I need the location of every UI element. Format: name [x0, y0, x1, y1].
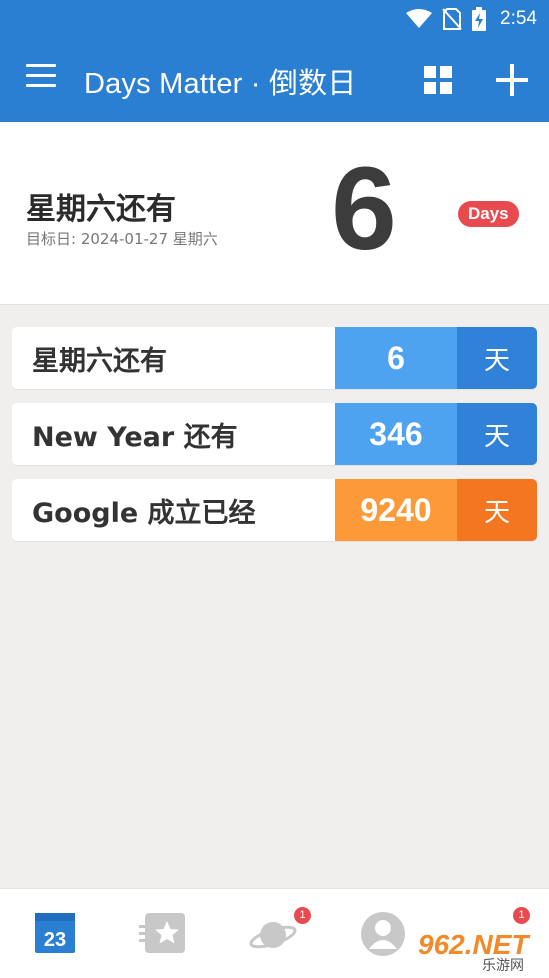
- event-name: New Year 还有: [12, 403, 335, 465]
- event-list: 星期六还有 6 天 New Year 还有 346 天 Google 成立已经 …: [12, 327, 537, 555]
- status-bar: 2:54: [0, 0, 549, 38]
- event-unit: 天: [457, 479, 537, 541]
- event-name: Google 成立已经: [12, 479, 335, 541]
- status-time: 2:54: [500, 8, 537, 29]
- avatar-icon: [361, 912, 405, 956]
- calendar-day: 23: [44, 929, 66, 951]
- event-row[interactable]: New Year 还有 346 天: [12, 403, 537, 465]
- menu-icon: [26, 64, 56, 67]
- event-unit: 天: [457, 403, 537, 465]
- add-event-button[interactable]: [494, 62, 530, 98]
- watermark-subtitle: 乐游网: [482, 958, 524, 974]
- watermark-logo: 962.NET 乐游网: [412, 926, 546, 974]
- nav-favorites[interactable]: [136, 907, 196, 963]
- watermark-brand: 962.NET: [418, 929, 531, 960]
- event-count: 9240: [335, 479, 457, 541]
- menu-button[interactable]: [26, 64, 60, 94]
- grid-view-button[interactable]: [424, 66, 452, 94]
- battery-charging-icon: [472, 7, 487, 31]
- menu-icon-line: [26, 84, 56, 87]
- menu-icon-line: [26, 74, 56, 77]
- event-row[interactable]: Google 成立已经 9240 天: [12, 479, 537, 541]
- event-count: 346: [335, 403, 457, 465]
- hero-target-date: 目标日: 2024-01-27 星期六: [26, 230, 218, 248]
- nav-profile[interactable]: [354, 907, 414, 963]
- hero-title: 星期六还有: [26, 192, 176, 227]
- event-name: 星期六还有: [12, 327, 335, 389]
- app-title: Days Matter · 倒数日: [84, 68, 357, 100]
- event-row[interactable]: 星期六还有 6 天: [12, 327, 537, 389]
- wifi-icon: [406, 9, 433, 28]
- days-badge: Days: [458, 201, 519, 227]
- nav-calendar[interactable]: 23: [28, 907, 88, 963]
- event-count: 6: [335, 327, 457, 389]
- app-bar: Days Matter · 倒数日: [0, 38, 549, 122]
- star-card-icon: [139, 913, 185, 953]
- hero-card[interactable]: 星期六还有 目标日: 2024-01-27 星期六 6 Days: [0, 122, 549, 305]
- discover-badge: 1: [294, 907, 311, 924]
- no-sim-icon: [442, 8, 462, 30]
- calendar-icon: 23: [35, 913, 75, 953]
- hero-day-count: 6: [331, 143, 397, 275]
- event-unit: 天: [457, 327, 537, 389]
- nav-discover[interactable]: 1: [246, 907, 311, 963]
